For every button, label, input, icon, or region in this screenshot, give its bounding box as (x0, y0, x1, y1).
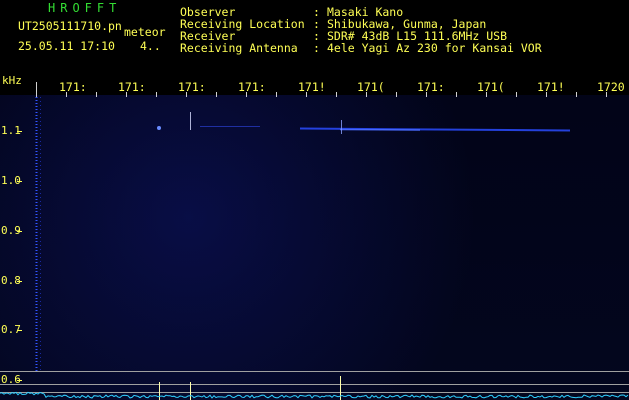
freq-tick: 0.9 (1, 224, 21, 237)
spectrogram-overlay (0, 82, 629, 400)
freq-tick: 0.7 (1, 323, 21, 336)
hrofft-window: HROFFT UT2505111710.pn meteor 25.05.11 1… (0, 0, 629, 400)
freq-tick: 1.1 (1, 124, 21, 137)
freq-tick: 1.0 (1, 174, 21, 187)
signal-trace (157, 112, 571, 134)
freq-tick: 0.8 (1, 274, 21, 287)
spectrum-strip (0, 391, 629, 399)
freq-tick: 0.6 (1, 373, 21, 386)
